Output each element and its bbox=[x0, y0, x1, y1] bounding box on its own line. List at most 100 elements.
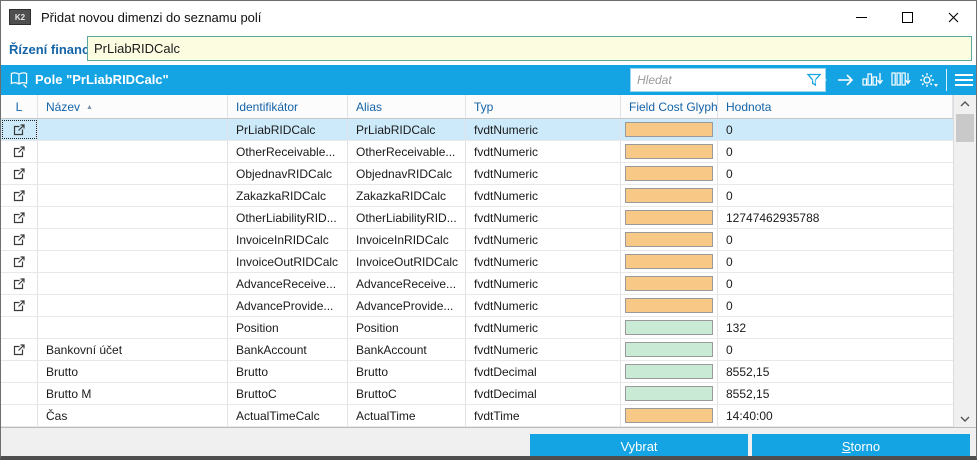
table-row[interactable]: InvoiceInRIDCalcInvoiceInRIDCalcfvdtNume… bbox=[1, 229, 953, 251]
column-header-field-cost-glyph[interactable]: Field Cost Glyph bbox=[621, 95, 718, 118]
cell-identifikator: PrLiabRIDCalc bbox=[228, 119, 348, 140]
scroll-down-button[interactable] bbox=[954, 410, 976, 427]
cell-nazev bbox=[38, 163, 228, 184]
open-record-icon[interactable] bbox=[13, 255, 26, 268]
column-header-nazev[interactable]: Název▲ bbox=[38, 95, 228, 118]
open-record-icon[interactable] bbox=[13, 211, 26, 224]
column-header-hodnota[interactable]: Hodnota bbox=[718, 95, 953, 118]
cancel-button[interactable]: Storno bbox=[752, 434, 970, 458]
cell-alias: AdvanceReceive... bbox=[348, 273, 466, 294]
search-input[interactable] bbox=[631, 69, 811, 91]
column-header-typ[interactable]: Typ bbox=[466, 95, 621, 118]
table-row[interactable]: OtherReceivable...OtherReceivable...fvdt… bbox=[1, 141, 953, 163]
cell-nazev bbox=[38, 317, 228, 338]
cell-nazev bbox=[38, 119, 228, 140]
cell-hodnota: 0 bbox=[718, 163, 953, 184]
cell-alias: AdvanceProvide... bbox=[348, 295, 466, 316]
columns-view-button[interactable] bbox=[891, 71, 911, 89]
back-button[interactable] bbox=[810, 73, 829, 87]
cell-hodnota: 0 bbox=[718, 185, 953, 206]
column-header-alias[interactable]: Alias bbox=[348, 95, 466, 118]
book-icon bbox=[9, 71, 29, 88]
forward-icon bbox=[836, 73, 855, 87]
cell-alias: PrLiabRIDCalc bbox=[348, 119, 466, 140]
table-row[interactable]: BruttoBruttoBruttofvdtDecimal8552,15 bbox=[1, 361, 953, 383]
cell-typ: fvdtNumeric bbox=[466, 141, 621, 162]
cell-identifikator: OtherReceivable... bbox=[228, 141, 348, 162]
column-header-l[interactable]: L bbox=[1, 95, 38, 118]
cell-hodnota: 8552,15 bbox=[718, 361, 953, 382]
table-row[interactable]: InvoiceOutRIDCalcInvoiceOutRIDCalcfvdtNu… bbox=[1, 251, 953, 273]
toolbar-divider bbox=[946, 69, 947, 91]
table-row[interactable]: AdvanceProvide...AdvanceProvide...fvdtNu… bbox=[1, 295, 953, 317]
cell-identifikator: AdvanceProvide... bbox=[228, 295, 348, 316]
cost-glyph-green bbox=[625, 386, 713, 401]
cell-hodnota: 0 bbox=[718, 251, 953, 272]
cell-alias: Position bbox=[348, 317, 466, 338]
chevron-up-icon bbox=[960, 101, 970, 107]
cost-glyph-orange bbox=[625, 166, 713, 181]
bottom-bar: Vybrat Storno bbox=[1, 427, 976, 457]
cell-nazev bbox=[38, 141, 228, 162]
cell-hodnota: 12747462935788 bbox=[718, 207, 953, 228]
open-record-icon[interactable] bbox=[13, 343, 26, 356]
column-header-identifikator[interactable]: Identifikátor bbox=[228, 95, 348, 118]
cell-identifikator: InvoiceOutRIDCalc bbox=[228, 251, 348, 272]
forward-button[interactable] bbox=[836, 73, 855, 87]
select-button[interactable]: Vybrat bbox=[530, 434, 748, 458]
scrollbar-thumb[interactable] bbox=[956, 114, 974, 142]
cell-field-cost-glyph bbox=[621, 405, 718, 426]
settings-gear-icon bbox=[918, 71, 939, 89]
grid-body: PrLiabRIDCalcPrLiabRIDCalcfvdtNumeric0Ot… bbox=[1, 119, 953, 427]
close-button[interactable] bbox=[930, 1, 976, 33]
minimize-icon bbox=[856, 17, 867, 18]
chart-view-button[interactable] bbox=[862, 71, 884, 89]
open-record-icon[interactable] bbox=[13, 167, 26, 180]
cell-field-cost-glyph bbox=[621, 119, 718, 140]
table-row[interactable]: AdvanceReceive...AdvanceReceive...fvdtNu… bbox=[1, 273, 953, 295]
table-row[interactable]: PrLiabRIDCalcPrLiabRIDCalcfvdtNumeric0 bbox=[1, 119, 953, 141]
cell-nazev bbox=[38, 273, 228, 294]
minimize-button[interactable] bbox=[838, 1, 884, 33]
back-icon bbox=[810, 73, 829, 87]
open-record-icon[interactable] bbox=[13, 299, 26, 312]
table-row[interactable]: ZakazkaRIDCalcZakazkaRIDCalcfvdtNumeric0 bbox=[1, 185, 953, 207]
menu-button[interactable] bbox=[954, 72, 974, 88]
table-row[interactable]: Bankovní účetBankAccountBankAccountfvdtN… bbox=[1, 339, 953, 361]
open-record-icon[interactable] bbox=[13, 233, 26, 246]
cell-link bbox=[1, 317, 38, 338]
open-record-icon[interactable] bbox=[13, 145, 26, 158]
open-record-icon[interactable] bbox=[13, 189, 26, 202]
window-controls bbox=[838, 1, 976, 33]
table-row[interactable]: OtherLiabilityRID...OtherLiabilityRID...… bbox=[1, 207, 953, 229]
cell-field-cost-glyph bbox=[621, 383, 718, 404]
column-header-label: Typ bbox=[474, 100, 493, 114]
cell-hodnota: 14:40:00 bbox=[718, 405, 953, 426]
vertical-scrollbar[interactable] bbox=[953, 95, 976, 427]
table-row[interactable]: Brutto MBruttoCBruttoCfvdtDecimal8552,15 bbox=[1, 383, 953, 405]
dimension-field-label: Řízení financí bbox=[9, 42, 93, 57]
cost-glyph-orange bbox=[625, 122, 713, 137]
cell-hodnota: 0 bbox=[718, 273, 953, 294]
cell-alias: Brutto bbox=[348, 361, 466, 382]
dimension-field-input[interactable] bbox=[87, 36, 972, 61]
grid-header: LNázev▲IdentifikátorAlias Typ Field Cost G… bbox=[1, 95, 953, 119]
cell-typ: fvdtNumeric bbox=[466, 119, 621, 140]
title-bar: K2 Přidat novou dimenzi do seznamu polí bbox=[1, 1, 976, 34]
cell-typ: fvdtNumeric bbox=[466, 229, 621, 250]
cell-typ: fvdtNumeric bbox=[466, 339, 621, 360]
cell-field-cost-glyph bbox=[621, 361, 718, 382]
cell-hodnota: 132 bbox=[718, 317, 953, 338]
maximize-button[interactable] bbox=[884, 1, 930, 33]
table-row[interactable]: ČasActualTimeCalcActualTimefvdtTime14:40… bbox=[1, 405, 953, 427]
cell-hodnota: 0 bbox=[718, 295, 953, 316]
cell-nazev bbox=[38, 207, 228, 228]
settings-button[interactable] bbox=[918, 71, 939, 89]
table-row[interactable]: ObjednavRIDCalcObjednavRIDCalcfvdtNumeri… bbox=[1, 163, 953, 185]
open-record-icon[interactable] bbox=[13, 277, 26, 290]
cell-alias: OtherLiabilityRID... bbox=[348, 207, 466, 228]
table-row[interactable]: PositionPositionfvdtNumeric132 bbox=[1, 317, 953, 339]
open-record-icon[interactable] bbox=[13, 123, 26, 136]
cell-link bbox=[1, 383, 38, 404]
scroll-up-button[interactable] bbox=[954, 95, 976, 112]
